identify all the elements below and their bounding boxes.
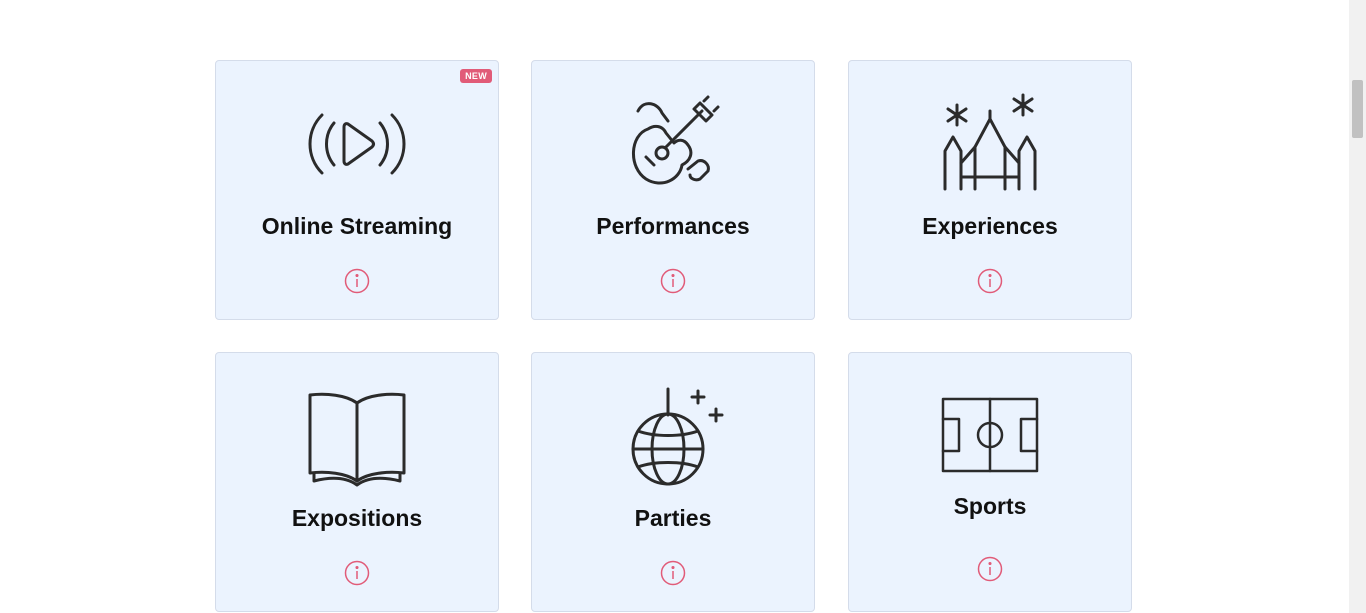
category-card-expositions[interactable]: Expositions xyxy=(215,352,499,612)
soccer-field-icon xyxy=(935,381,1045,491)
category-title: Expositions xyxy=(291,505,423,531)
info-icon[interactable] xyxy=(344,560,370,586)
info-icon[interactable] xyxy=(977,268,1003,294)
info-icon[interactable] xyxy=(660,268,686,294)
category-title: Online Streaming xyxy=(261,213,453,239)
category-card-parties[interactable]: Parties xyxy=(531,352,815,612)
category-title: Experiences xyxy=(922,213,1058,239)
info-icon[interactable] xyxy=(977,556,1003,582)
category-card-performances[interactable]: Performances xyxy=(531,60,815,320)
open-book-icon xyxy=(302,381,412,491)
category-title: Parties xyxy=(634,505,712,531)
scrollbar-thumb[interactable] xyxy=(1352,80,1363,138)
streaming-icon xyxy=(302,89,412,199)
disco-ball-icon xyxy=(618,381,728,491)
new-badge: NEW xyxy=(460,69,492,83)
info-icon[interactable] xyxy=(344,268,370,294)
cut-off-text xyxy=(380,0,880,3)
info-icon[interactable] xyxy=(660,560,686,586)
vertical-scrollbar[interactable] xyxy=(1349,0,1366,613)
category-card-experiences[interactable]: Experiences xyxy=(848,60,1132,320)
page: NEW Online Streaming Performances Experi… xyxy=(0,0,1366,613)
castle-fireworks-icon xyxy=(935,89,1045,199)
category-title: Sports xyxy=(953,493,1027,519)
category-title: Performances xyxy=(596,213,750,239)
guitar-icon xyxy=(618,89,728,199)
category-card-sports[interactable]: Sports xyxy=(848,352,1132,612)
category-card-online-streaming[interactable]: NEW Online Streaming xyxy=(215,60,499,320)
